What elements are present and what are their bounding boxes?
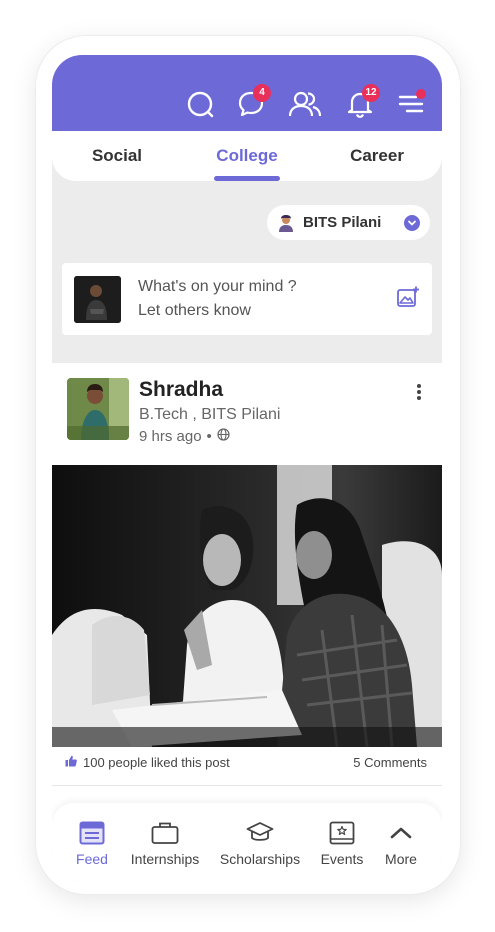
event-star-icon: [329, 819, 355, 847]
nav-scholarships[interactable]: Scholarships: [198, 819, 322, 867]
feed-tabs: Social College Career: [52, 131, 442, 181]
college-avatar-icon: [277, 214, 295, 232]
thumbs-up-icon: [65, 755, 77, 770]
nav-scholarships-label: Scholarships: [219, 851, 301, 867]
tab-college[interactable]: College: [182, 131, 312, 181]
feed-icon: [79, 819, 105, 847]
post-likes[interactable]: 100 people liked this post: [65, 755, 230, 770]
post-author-name[interactable]: Shradha: [139, 378, 223, 402]
user-avatar: [74, 275, 121, 323]
globe-icon: [217, 428, 230, 445]
bottom-nav: Feed Internships Scholarships Events Mor…: [52, 803, 442, 881]
composer-prompt: What's on your mind ? Let others know: [138, 275, 396, 323]
post-time-text: 9 hrs ago: [139, 428, 202, 445]
nav-more[interactable]: More: [362, 819, 440, 867]
post-card: Shradha B.Tech , BITS Pilani 9 hrs ago •: [52, 363, 442, 833]
nav-feed[interactable]: Feed: [52, 819, 132, 867]
post-divider: [52, 785, 442, 786]
app-screen: 4 12 Social College Career BITS Pilani W…: [52, 55, 442, 881]
chevron-up-icon: [389, 819, 413, 847]
post-photo[interactable]: [52, 465, 442, 747]
tab-career[interactable]: Career: [312, 131, 442, 181]
chevron-down-icon: [404, 214, 420, 231]
composer-prompt-line2: Let others know: [138, 302, 251, 319]
college-selector-label: BITS Pilani: [303, 214, 382, 231]
menu-icon[interactable]: [394, 87, 428, 121]
people-icon[interactable]: [288, 87, 322, 121]
composer-prompt-line1: What's on your mind ?: [138, 278, 297, 295]
post-timestamp: 9 hrs ago •: [139, 428, 230, 445]
post-header: Shradha B.Tech , BITS Pilani 9 hrs ago •: [67, 378, 427, 448]
notification-badge: 12: [362, 84, 380, 102]
post-more-options-icon[interactable]: [411, 380, 427, 404]
college-selector[interactable]: BITS Pilani: [267, 205, 430, 240]
post-comments-count[interactable]: 5 Comments: [353, 755, 427, 770]
add-image-icon[interactable]: [396, 285, 420, 314]
nav-feed-label: Feed: [76, 851, 108, 867]
menu-dot-badge: [416, 89, 426, 99]
nav-internships[interactable]: Internships: [130, 819, 200, 867]
briefcase-icon: [151, 819, 179, 847]
graduation-cap-icon: [246, 819, 274, 847]
nav-events[interactable]: Events: [320, 819, 364, 867]
search-icon[interactable]: [183, 87, 217, 121]
author-avatar[interactable]: [67, 378, 129, 440]
post-likes-text: 100 people liked this post: [83, 755, 230, 770]
chat-icon[interactable]: 4: [234, 84, 271, 121]
nav-more-label: More: [385, 851, 417, 867]
tab-social[interactable]: Social: [52, 131, 182, 181]
bell-icon[interactable]: 12: [343, 84, 380, 121]
post-author-subtitle: B.Tech , BITS Pilani: [139, 406, 281, 423]
post-composer[interactable]: What's on your mind ? Let others know: [62, 263, 432, 335]
post-time-separator: •: [206, 428, 212, 445]
chat-badge: 4: [253, 84, 271, 102]
nav-internships-label: Internships: [130, 851, 200, 867]
nav-events-label: Events: [320, 851, 364, 867]
